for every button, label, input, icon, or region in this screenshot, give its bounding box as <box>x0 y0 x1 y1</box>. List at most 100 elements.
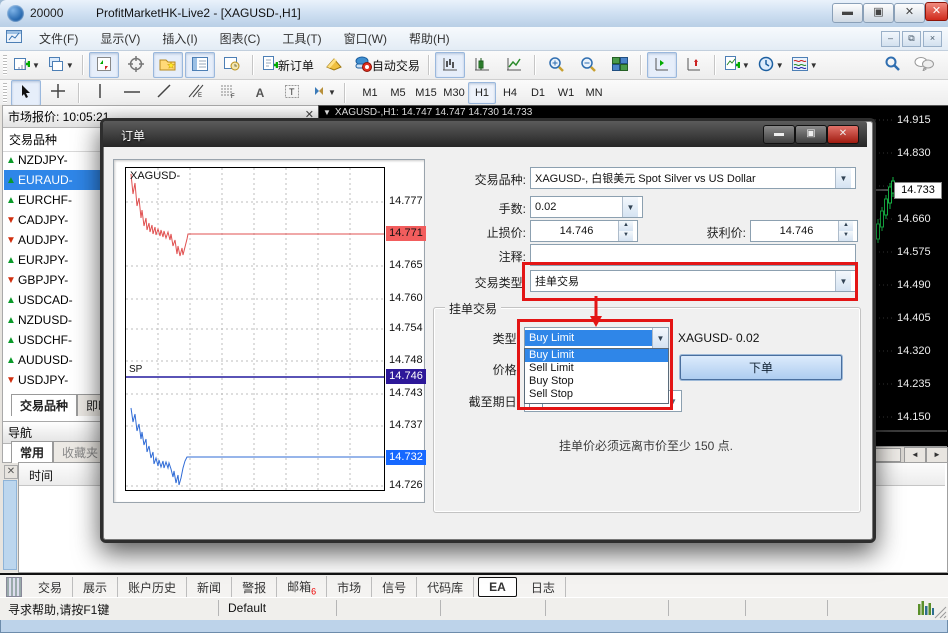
tf-w1-button[interactable]: W1 <box>552 82 580 104</box>
tab-code-base[interactable]: 代码库 <box>417 577 474 598</box>
child-restore-button[interactable]: ⧉ <box>902 31 921 47</box>
crosshair-tool-button[interactable] <box>43 80 73 106</box>
maximize-button[interactable]: ▣ <box>863 3 894 23</box>
line-chart-button[interactable] <box>499 52 529 78</box>
market-watch-row[interactable]: AUDJPY- <box>4 230 114 250</box>
dialog-close-button[interactable]: ✕ <box>827 125 859 144</box>
overlay-close-icon[interactable]: ✕ <box>925 2 948 21</box>
market-watch-row[interactable]: NZDJPY- <box>4 150 114 170</box>
chart-shift-button[interactable] <box>647 52 677 78</box>
market-watch-row[interactable]: EURJPY- <box>4 250 114 270</box>
chevron-down-icon[interactable]: ▼ <box>622 197 638 217</box>
market-watch-row[interactable]: AUDUSD- <box>4 350 114 370</box>
terminal-side-strip[interactable] <box>3 480 17 570</box>
autotrading-button[interactable]: 自动交易 <box>351 52 423 78</box>
market-watch-row[interactable]: GBPJPY- <box>4 270 114 290</box>
menu-help[interactable]: 帮助(H) <box>398 27 461 50</box>
strategy-tester-button[interactable] <box>217 52 247 78</box>
label-tool-button[interactable]: T <box>277 80 307 106</box>
terminal-button[interactable] <box>185 52 215 78</box>
resize-grip[interactable] <box>934 606 947 619</box>
fibonacci-tool-button[interactable]: F <box>213 80 243 106</box>
new-order-button[interactable]: 新订单 <box>259 52 317 78</box>
scroll-left-button[interactable]: ◄ <box>904 447 926 463</box>
take-profit-spinner[interactable]: 14.746 ▲▼ <box>750 220 858 242</box>
tab-exposure[interactable]: 展示 <box>73 577 118 598</box>
child-close-button[interactable]: × <box>923 31 942 47</box>
data-window-button[interactable] <box>121 52 151 78</box>
close-button[interactable]: ✕ <box>894 3 925 23</box>
periods-button[interactable]: ▼ <box>755 52 787 78</box>
minimize-button[interactable]: ▬ <box>832 3 863 23</box>
zoom-in-button[interactable] <box>541 52 571 78</box>
bar-chart-button[interactable] <box>435 52 465 78</box>
market-watch-row[interactable]: EURCHF- <box>4 190 114 210</box>
spin-up-icon[interactable]: ▲ <box>839 221 853 231</box>
arrows-tool-button[interactable]: ▼ <box>309 80 339 106</box>
volume-combobox[interactable]: 0.02 ▼ <box>530 196 643 218</box>
profiles-button[interactable]: ▼ <box>45 52 77 78</box>
menu-insert[interactable]: 插入(I) <box>151 27 208 50</box>
place-order-button[interactable]: 下单 <box>680 355 842 380</box>
tab-favorites[interactable]: 收藏夹 <box>53 441 107 463</box>
title-bar[interactable]: 20000 ProfitMarketHK-Live2 - [XAGUSD-,H1… <box>0 0 948 27</box>
stop-loss-spinner[interactable]: 14.746 ▲▼ <box>530 220 638 242</box>
menu-window[interactable]: 窗口(W) <box>333 27 398 50</box>
vline-tool-button[interactable] <box>85 80 115 106</box>
market-watch-button[interactable] <box>89 52 119 78</box>
symbol-column-header[interactable]: 交易品种 <box>3 128 115 152</box>
candlestick-button[interactable] <box>467 52 497 78</box>
menu-view[interactable]: 显示(V) <box>89 27 151 50</box>
tab-symbols[interactable]: 交易品种 <box>11 394 77 416</box>
spinner-buttons[interactable]: ▲▼ <box>618 221 633 241</box>
market-watch-row[interactable]: USDCAD- <box>4 290 114 310</box>
tf-mn-button[interactable]: MN <box>580 82 608 104</box>
menu-tools[interactable]: 工具(T) <box>271 27 332 50</box>
spin-down-icon[interactable]: ▼ <box>619 231 633 241</box>
tf-h4-button[interactable]: H4 <box>496 82 524 104</box>
navigator-button[interactable] <box>153 52 183 78</box>
market-watch-row[interactable]: USDJPY- <box>4 370 114 390</box>
tab-market[interactable]: 市场 <box>327 577 372 598</box>
tile-windows-button[interactable] <box>605 52 635 78</box>
spinner-buttons[interactable]: ▲▼ <box>838 221 853 241</box>
child-minimize-button[interactable]: – <box>881 31 900 47</box>
templates-button[interactable]: ▼ <box>789 52 821 78</box>
toolbar-grip[interactable] <box>3 55 7 75</box>
menu-file[interactable]: 文件(F) <box>28 27 89 50</box>
chart-menu-icon[interactable]: ▼ <box>323 108 331 117</box>
time-column-header[interactable]: 时间 <box>29 467 53 484</box>
dialog-minimize-button[interactable]: ▬ <box>763 125 795 144</box>
trendline-tool-button[interactable] <box>149 80 179 106</box>
spin-down-icon[interactable]: ▼ <box>839 231 853 241</box>
scroll-right-button[interactable]: ► <box>926 447 948 463</box>
chevron-down-icon[interactable]: ▼ <box>835 168 851 188</box>
zoom-out-button[interactable] <box>573 52 603 78</box>
indicators-button[interactable]: ▼ <box>721 52 753 78</box>
text-tool-button[interactable]: A <box>245 80 275 106</box>
tab-ea[interactable]: EA <box>478 577 517 597</box>
tab-mailbox[interactable]: 邮箱6 <box>277 576 327 598</box>
tab-alerts[interactable]: 警报 <box>232 577 277 598</box>
tf-m5-button[interactable]: M5 <box>384 82 412 104</box>
tab-journal[interactable]: 日志 <box>521 577 566 598</box>
market-watch-row[interactable]: CADJPY- <box>4 210 114 230</box>
market-watch-row[interactable]: USDCHF- <box>4 330 114 350</box>
market-watch-row-selected[interactable]: EURAUD- <box>4 170 114 190</box>
hline-tool-button[interactable] <box>117 80 147 106</box>
tf-m15-button[interactable]: M15 <box>412 82 440 104</box>
market-watch-row[interactable]: NZDUSD- <box>4 310 114 330</box>
toolbar-grip[interactable] <box>3 83 7 103</box>
tab-signals[interactable]: 信号 <box>372 577 417 598</box>
tf-m30-button[interactable]: M30 <box>440 82 468 104</box>
community-button[interactable] <box>909 52 939 78</box>
tab-trade[interactable]: 交易 <box>28 577 73 598</box>
panel-handle-icon[interactable] <box>6 577 22 597</box>
tab-news[interactable]: 新闻 <box>187 577 232 598</box>
auto-scroll-button[interactable] <box>679 52 709 78</box>
dialog-title-bar[interactable]: 订单 ▬ ▣ ✕ <box>103 121 867 147</box>
tab-account-history[interactable]: 账户历史 <box>118 577 187 598</box>
tf-d1-button[interactable]: D1 <box>524 82 552 104</box>
tf-m1-button[interactable]: M1 <box>356 82 384 104</box>
tab-common[interactable]: 常用 <box>11 441 53 463</box>
